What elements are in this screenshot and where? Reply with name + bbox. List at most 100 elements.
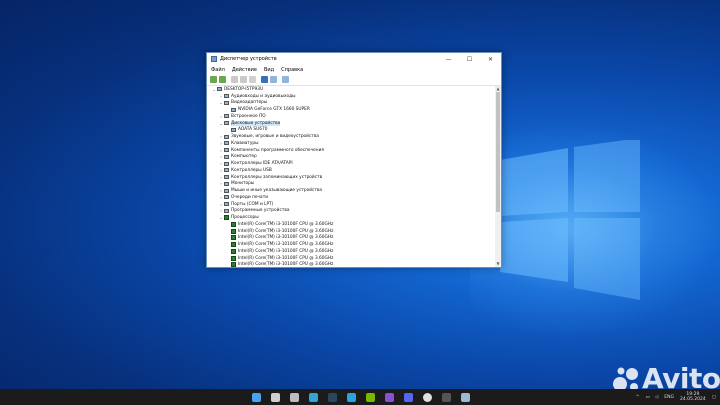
minimize-button[interactable]: —	[438, 53, 459, 65]
tree-node-label: Intel(R) Core(TM) i3-10100F CPU @ 3.60GH…	[238, 221, 334, 227]
tree-node-label: Контроллеры IDE ATA/ATAPI	[231, 161, 293, 167]
tree-node[interactable]: Intel(R) Core(TM) i3-10100F CPU @ 3.60GH…	[207, 228, 501, 235]
display-icon	[224, 100, 229, 105]
tree-node[interactable]: ⌄ Видеоадаптеры	[207, 100, 501, 107]
device-manager-window: Диспетчер устройств — ☐ ✕ Файл Действие …	[206, 52, 502, 268]
tree-node-label: Очереди печати	[231, 194, 268, 200]
disk-icon	[231, 127, 236, 132]
maximize-button[interactable]: ☐	[459, 53, 480, 65]
monitor-icon	[224, 181, 229, 186]
tree-node-label: Контроллеры запоминающих устройств	[231, 174, 323, 180]
tree-node[interactable]: › Контроллеры USB	[207, 167, 501, 174]
notifications-icon[interactable]: ▢	[712, 395, 716, 400]
telegram-icon[interactable]	[347, 392, 356, 402]
steam-icon[interactable]	[328, 392, 337, 402]
tree-node-label: Видеоадаптеры	[231, 100, 268, 106]
taskbar: ^ ▭ ◁ ENG 19:29 24.05.2024 ▢	[0, 389, 720, 405]
help-icon[interactable]	[261, 76, 268, 83]
tree-node-label: DESKTOP-I5TP93U	[224, 86, 264, 92]
app-purple-icon[interactable]	[385, 392, 394, 402]
forward-icon[interactable]	[219, 76, 226, 83]
title-bar[interactable]: Диспетчер устройств — ☐ ✕	[207, 53, 501, 65]
menu-file[interactable]: Файл	[211, 67, 225, 73]
tree-node[interactable]: Intel(R) Core(TM) i3-10100F CPU @ 3.60GH…	[207, 255, 501, 262]
windows-start-icon[interactable]	[252, 392, 261, 402]
monitor-icon[interactable]	[270, 76, 277, 83]
discord-icon[interactable]	[404, 392, 413, 402]
list-icon[interactable]	[249, 76, 256, 83]
tray-chevron-icon[interactable]: ^	[636, 395, 640, 400]
language-indicator[interactable]: ENG	[664, 395, 674, 400]
computer-icon	[224, 154, 229, 159]
device-tree: ⌄ DESKTOP-I5TP93U › Аудиовходы и аудиовыход…	[207, 86, 501, 267]
tree-node[interactable]: › Мыши и иные указывающие устройства	[207, 187, 501, 194]
device-manager-icon[interactable]	[461, 392, 470, 402]
properties-icon[interactable]	[240, 76, 247, 83]
tree-node[interactable]: › Звуковые, игровые и видеоустройства	[207, 133, 501, 140]
tree-node[interactable]: › Аудиовходы и аудиовыходы	[207, 93, 501, 100]
tree-node-label: Клавиатуры	[231, 140, 259, 146]
volume-icon[interactable]: ◁	[655, 395, 658, 400]
nvidia-icon[interactable]	[366, 392, 375, 402]
tree-node[interactable]: ⌄ Процессоры	[207, 214, 501, 221]
tree-node-label: Компоненты программного обеспечения	[231, 147, 324, 153]
tree-node[interactable]: › Очереди печати	[207, 194, 501, 201]
scrollbar-thumb[interactable]	[496, 92, 500, 212]
tree-node[interactable]: ADATA SU670	[207, 127, 501, 134]
keyboard-icon	[224, 141, 229, 146]
ide-icon	[224, 161, 229, 166]
tree-node[interactable]: ⌄ Дисковые устройства	[207, 120, 501, 127]
cpu-icon	[231, 228, 236, 234]
tree-node-label: ADATA SU670	[238, 127, 268, 133]
tree-node[interactable]: › Контроллеры запоминающих устройств	[207, 174, 501, 181]
scan-hardware-icon[interactable]	[282, 76, 289, 83]
cpu-icon	[231, 255, 236, 261]
tree-node[interactable]: Intel(R) Core(TM) i3-10100F CPU @ 3.60GH…	[207, 248, 501, 255]
tree-node[interactable]: Intel(R) Core(TM) i3-10100F CPU @ 3.60GH…	[207, 235, 501, 242]
cpu-icon	[231, 221, 236, 227]
computer-icon	[217, 87, 222, 92]
cpu-icon	[231, 235, 236, 241]
tree-node-label: Мониторы	[231, 181, 255, 187]
scroll-down-arrow-icon[interactable]: ▼	[495, 261, 501, 267]
cpu-icon	[231, 248, 236, 254]
storage-icon	[224, 175, 229, 180]
search-icon[interactable]	[271, 392, 280, 402]
tree-node[interactable]: › Программные устройства	[207, 208, 501, 215]
network-icon[interactable]: ▭	[646, 395, 650, 400]
menu-view[interactable]: Вид	[264, 67, 274, 73]
print-icon	[224, 195, 229, 200]
tree-node-label: Контроллеры USB	[231, 167, 272, 173]
obs-icon[interactable]	[423, 392, 432, 402]
tree-node-label: Intel(R) Core(TM) i3-10100F CPU @ 3.60GH…	[238, 235, 334, 241]
tree-node[interactable]: › Мониторы	[207, 181, 501, 188]
tree-view-icon[interactable]	[231, 76, 238, 83]
tree-node[interactable]: ⌄ DESKTOP-I5TP93U	[207, 86, 501, 93]
tree-node-label: Intel(R) Core(TM) i3-10100F CPU @ 3.60GH…	[238, 248, 334, 254]
port-icon	[224, 202, 229, 207]
close-button[interactable]: ✕	[480, 53, 501, 65]
tree-node[interactable]: › Клавиатуры	[207, 140, 501, 147]
back-icon[interactable]	[210, 76, 217, 83]
menu-help[interactable]: Справка	[281, 67, 303, 73]
tree-node[interactable]: › Встроенное ПО	[207, 113, 501, 120]
edge-icon[interactable]	[309, 392, 318, 402]
tree-node[interactable]: › Контроллеры IDE ATA/ATAPI	[207, 160, 501, 167]
vertical-scrollbar[interactable]: ▲ ▼	[495, 86, 501, 267]
tree-node[interactable]: › Компоненты программного обеспечения	[207, 147, 501, 154]
menu-action[interactable]: Действие	[232, 67, 257, 73]
tree-node-label: Порты (COM и LPT)	[231, 201, 274, 207]
tree-node[interactable]: › Порты (COM и LPT)	[207, 201, 501, 208]
disk-icon	[224, 121, 229, 126]
tree-node[interactable]: Intel(R) Core(TM) i3-10100F CPU @ 3.60GH…	[207, 221, 501, 228]
tree-node[interactable]: Intel(R) Core(TM) i3-10100F CPU @ 3.60GH…	[207, 262, 501, 267]
software-icon	[224, 148, 229, 153]
app-dark-icon[interactable]	[442, 392, 451, 402]
software-icon	[224, 208, 229, 213]
tree-node-label: Intel(R) Core(TM) i3-10100F CPU @ 3.60GH…	[238, 228, 334, 234]
tree-node[interactable]: › Компьютер	[207, 154, 501, 161]
tree-node[interactable]: NVIDIA GeForce GTX 1660 SUPER	[207, 106, 501, 113]
tree-node[interactable]: Intel(R) Core(TM) i3-10100F CPU @ 3.60GH…	[207, 241, 501, 248]
task-view-icon[interactable]	[290, 392, 299, 402]
clock[interactable]: 19:29 24.05.2024	[680, 392, 706, 402]
